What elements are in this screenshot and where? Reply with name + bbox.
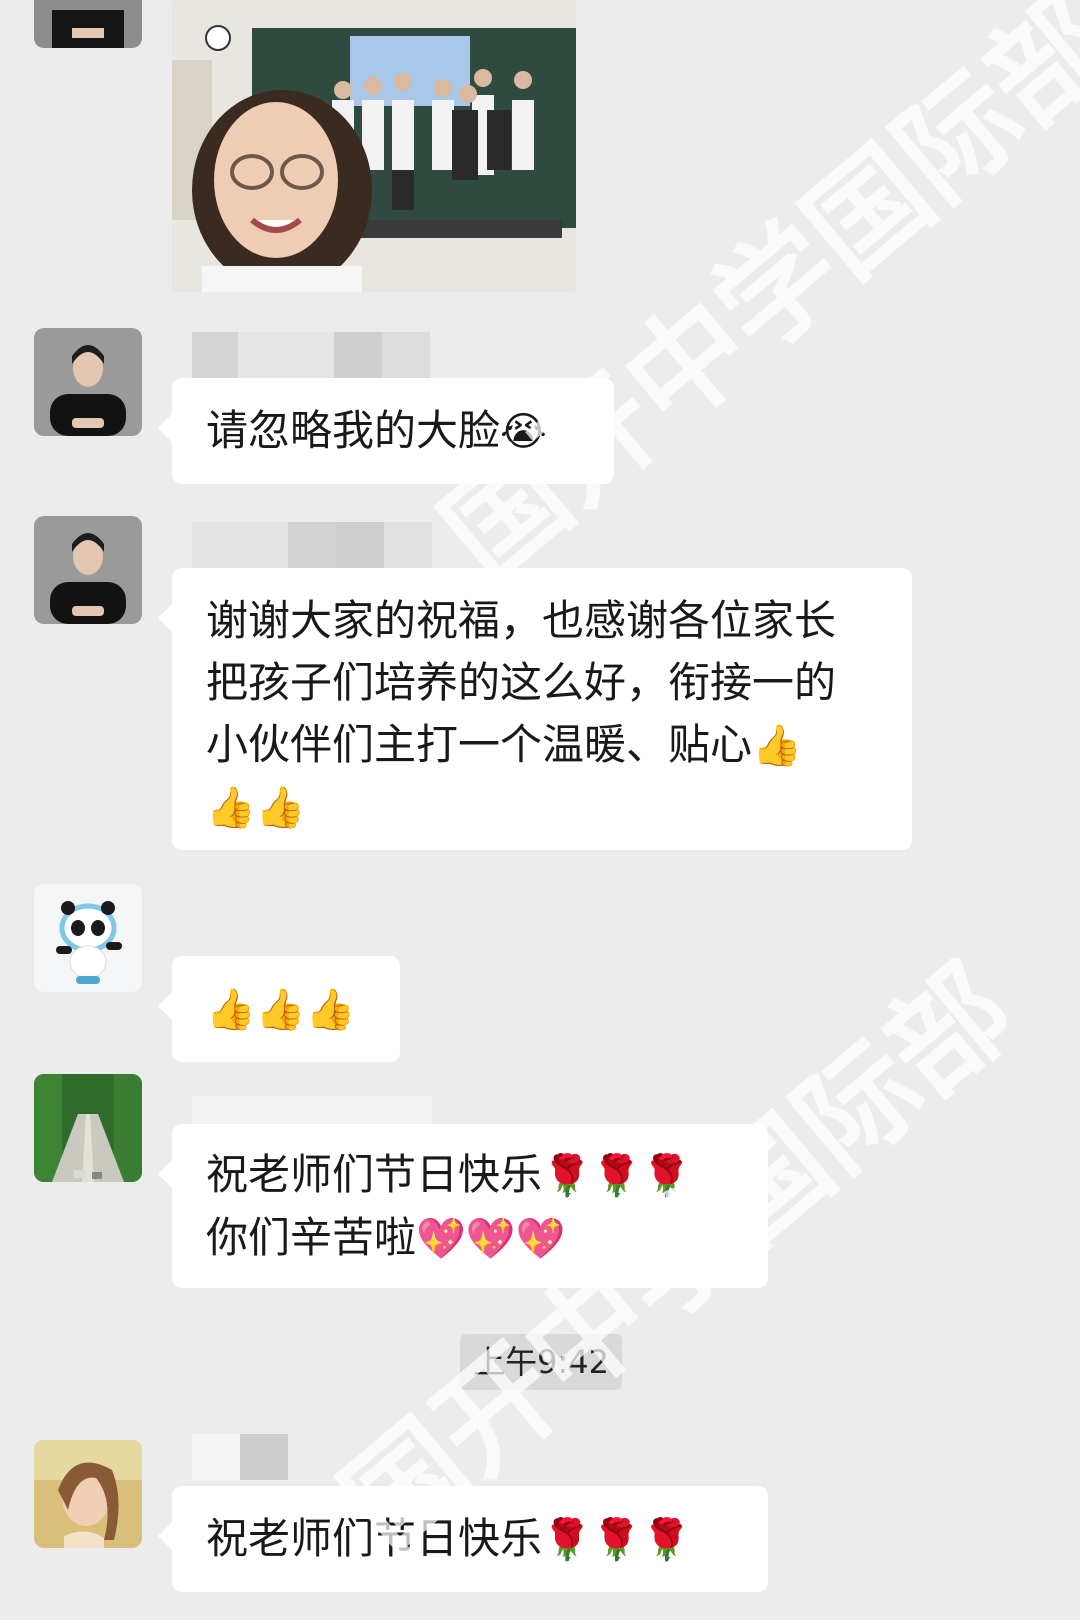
message-text: 请忽略我的大脸 [206, 406, 501, 455]
sender-name-blurred [192, 1434, 288, 1480]
sender-name-blurred [192, 522, 432, 568]
avatar-forest-road[interactable] [34, 1074, 142, 1182]
heart-emoji-icon: 💖💖💖 [416, 1216, 566, 1262]
avatar-panda[interactable] [34, 884, 142, 992]
avatar-teacher-2[interactable] [34, 328, 142, 436]
message-line: 祝老师们节日快乐 [206, 1150, 543, 1199]
message-text: 祝老师们节日快乐 [206, 1514, 543, 1563]
message-bubble[interactable]: 祝老师们节日快乐🌹🌹🌹 [158, 1486, 768, 1592]
message-bubble[interactable]: 👍👍👍 [158, 956, 400, 1062]
rose-emoji-icon: 🌹🌹🌹 [542, 1153, 692, 1199]
timestamp: 上午9:42 [460, 1334, 622, 1390]
message-line: 把孩子们培养的这么好，衔接一的 [206, 658, 837, 707]
avatar-teacher-2[interactable] [34, 516, 142, 624]
thumbs-up-emoji-icon: 👍👍 [206, 785, 306, 831]
message-bubble[interactable]: 请忽略我的大脸😭 [158, 378, 614, 484]
thumbs-up-emoji-icon: 👍 [752, 723, 802, 769]
laughing-crying-emoji-icon: 😭 [500, 409, 547, 455]
message-bubble[interactable]: 谢谢大家的祝福，也感谢各位家长 把孩子们培养的这么好，衔接一的 小伙伴们主打一个… [158, 568, 912, 850]
message-bubble[interactable]: 祝老师们节日快乐🌹🌹🌹 你们辛苦啦💖💖💖 [158, 1124, 768, 1288]
thumbs-up-emoji-icon: 👍👍👍 [206, 987, 356, 1033]
message-line: 小伙伴们主打一个温暖、贴心 [206, 720, 753, 769]
message-line: 谢谢大家的祝福，也感谢各位家长 [206, 596, 837, 645]
avatar-teacher-1[interactable] [34, 0, 142, 48]
message-line: 你们辛苦啦 [206, 1213, 417, 1262]
rose-emoji-icon: 🌹🌹🌹 [542, 1517, 692, 1563]
class-photo[interactable] [172, 0, 576, 292]
sender-name-blurred [192, 332, 430, 378]
avatar-woman-portrait[interactable] [34, 1440, 142, 1548]
